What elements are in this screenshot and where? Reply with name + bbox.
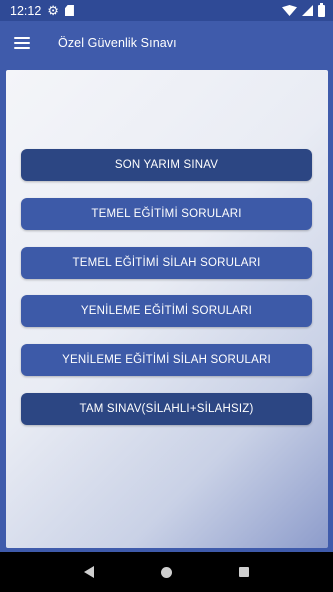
- status-left: 12:12 ⚙: [10, 4, 74, 18]
- home-icon: [160, 566, 172, 578]
- yenileme-egitimi-sorulari-button[interactable]: YENİLEME EĞİTİMİ SORULARI: [21, 295, 312, 327]
- menu-button[interactable]: [0, 21, 44, 64]
- signal-icon: [302, 5, 313, 16]
- content-area: SON YARIM SINAV TEMEL EĞİTİMİ SORULARI T…: [6, 70, 328, 548]
- menu-icon: [14, 36, 30, 49]
- status-right: [282, 2, 325, 17]
- status-bar: 12:12 ⚙: [0, 0, 333, 21]
- status-time: 12:12: [10, 3, 42, 18]
- navigation-bar: [0, 552, 333, 592]
- temel-egitimi-sorulari-button[interactable]: TEMEL EĞİTİMİ SORULARI: [21, 198, 312, 230]
- tam-sinav-button[interactable]: TAM SINAV(SİLAHLI+SİLAHSIZ): [21, 393, 312, 425]
- son-yarim-sinav-button[interactable]: SON YARIM SINAV: [21, 149, 312, 181]
- app-title: Özel Güvenlik Sınavı: [58, 35, 177, 50]
- recent-apps-icon: [239, 567, 250, 577]
- gear-icon: ⚙: [47, 3, 59, 18]
- recent-apps-button[interactable]: [229, 557, 259, 587]
- battery-icon: [318, 2, 325, 17]
- yenileme-egitimi-silah-sorulari-button[interactable]: YENİLEME EĞİTİMİ SİLAH SORULARI: [21, 344, 312, 376]
- wifi-icon: [282, 5, 297, 16]
- back-icon: [83, 566, 94, 578]
- back-button[interactable]: [74, 557, 104, 587]
- home-button[interactable]: [151, 557, 181, 587]
- sd-card-icon: [64, 5, 74, 16]
- temel-egitimi-silah-sorulari-button[interactable]: TEMEL EĞİTİMİ SİLAH SORULARI: [21, 247, 312, 279]
- app-bar: Özel Güvenlik Sınavı: [0, 21, 333, 64]
